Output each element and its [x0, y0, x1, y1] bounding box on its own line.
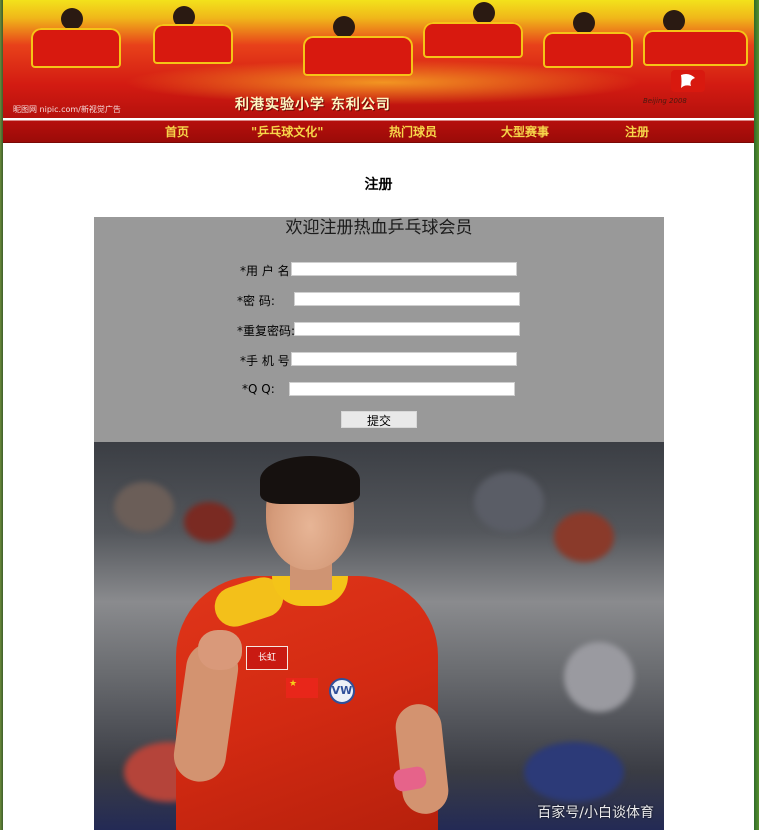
- header-banner: Beijing 2008 利港实验小学 东利公司 昵图网 nipic.com/新…: [3, 0, 754, 118]
- qq-input[interactable]: [289, 382, 515, 396]
- emblem-label: Beijing 2008: [643, 97, 687, 105]
- vw-logo-icon: VW: [329, 678, 355, 704]
- photo-watermark: 百家号/小白谈体育: [537, 805, 654, 821]
- registration-panel: 欢迎注册热血乒乓球会员 *用 户 名 *密 码: *重复密码: *手 机 号 *…: [94, 217, 664, 442]
- welcome-heading: 欢迎注册热血乒乓球会员: [285, 218, 473, 238]
- banner-watermark: 昵图网 nipic.com/新视觉广告: [13, 105, 121, 114]
- athlete-photo: 长虹 VW 百家号/小白谈体育: [94, 442, 664, 830]
- page: Beijing 2008 利港实验小学 东利公司 昵图网 nipic.com/新…: [3, 0, 754, 830]
- athlete-hair: [260, 456, 360, 504]
- olympic-emblem-icon: [671, 70, 705, 92]
- nav-item-home[interactable]: 首页: [165, 123, 189, 140]
- password-input[interactable]: [294, 292, 520, 306]
- username-input[interactable]: [291, 262, 517, 276]
- main-nav: 首页 "乒乓球文化" 热门球员 大型赛事 注册: [3, 118, 754, 143]
- page-title: 注册: [364, 177, 393, 193]
- password-label: *密 码:: [237, 294, 275, 308]
- phone-input[interactable]: [291, 352, 517, 366]
- shirt-sponsor-badge: 长虹: [246, 646, 288, 670]
- nav-item-register[interactable]: 注册: [625, 123, 649, 140]
- athlete-fist: [198, 630, 242, 670]
- phone-label: *手 机 号: [240, 354, 290, 368]
- china-flag-icon: [286, 678, 318, 698]
- banner-caption: 利港实验小学 东利公司: [235, 97, 391, 113]
- nav-item-players[interactable]: 热门球员: [389, 123, 437, 140]
- submit-button[interactable]: 提交: [341, 411, 417, 428]
- username-label: *用 户 名: [240, 264, 290, 278]
- confirm-password-label: *重复密码:: [237, 324, 296, 338]
- nav-item-events[interactable]: 大型赛事: [501, 123, 549, 140]
- confirm-password-input[interactable]: [294, 322, 520, 336]
- nav-item-culture[interactable]: "乒乓球文化": [251, 123, 324, 140]
- qq-label: *Q Q:: [242, 382, 275, 396]
